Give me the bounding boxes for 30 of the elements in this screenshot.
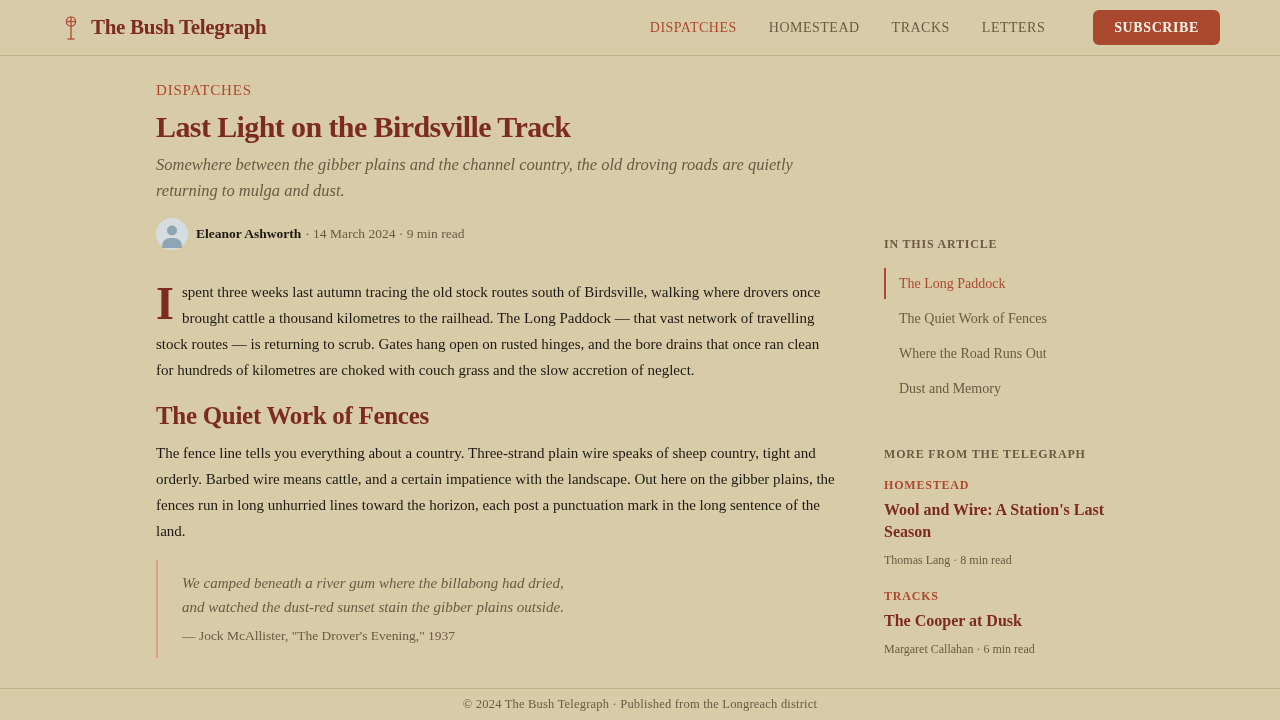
- article-meta: · 14 March 2024 · 9 min read: [305, 226, 465, 242]
- toc-heading: IN THIS ARTICLE: [884, 236, 999, 252]
- story-title[interactable]: Wool and Wire: A Station's Last Season: [884, 499, 1124, 543]
- subscribe-button[interactable]: SUBSCRIBE: [1093, 10, 1220, 45]
- nav-link[interactable]: TRACKS: [891, 19, 950, 36]
- nav-link[interactable]: LETTERS: [981, 19, 1046, 36]
- paragraph: The fence line tells you everything about a country. Three-strand plain wire speaks of sheep country, tight and orderly. Barbed wire means cattle, and a certain impatience with the landscape. Out here on the gibber plains, the fences run in long unhurried lines toward the horizon, each post a punctuation mark in the long sentence of the land.: [156, 444, 836, 541]
- story-section: TRACKS: [884, 588, 1124, 604]
- story-section: HOMESTEAD: [884, 477, 1124, 493]
- nav-link[interactable]: DISPATCHES: [649, 19, 737, 36]
- nav-link[interactable]: HOMESTEAD: [768, 19, 860, 36]
- section-label: DISPATCHES: [156, 81, 253, 100]
- site-name[interactable]: The Bush Telegraph: [91, 15, 267, 40]
- author-name: Eleanor Ashworth: [196, 226, 302, 242]
- quote-attribution: — Jock McAllister, "The Drover's Evening," 1937: [182, 627, 457, 645]
- article-subtitle: Somewhere between the gibber plains and the channel country, the old droving roads are quietly returning to mulga and dust.: [156, 154, 794, 202]
- quote-text: We camped beneath a river gum where the billabong had dried, and watched the dust-red sunset stain the gibber plains outside.: [182, 574, 565, 617]
- toc-link[interactable]: Dust and Memory: [884, 373, 1124, 404]
- story-title[interactable]: The Cooper at Dusk: [884, 610, 1124, 632]
- logo-icon: [64, 15, 78, 40]
- article-title: Last Light on the Birdsville Track: [156, 109, 572, 145]
- toc-link[interactable]: The Long Paddock: [884, 268, 1124, 299]
- more-heading: MORE FROM THE TELEGRAPH: [884, 446, 1087, 462]
- section-heading: The Quiet Work of Fences: [156, 401, 430, 431]
- toc-link[interactable]: Where the Road Runs Out: [884, 338, 1124, 369]
- footer-text: © 2024 The Bush Telegraph · Published from the Longreach district: [462, 697, 818, 712]
- avatar-icon: [156, 218, 188, 250]
- toc-link[interactable]: The Quiet Work of Fences: [884, 303, 1124, 334]
- story-meta: Thomas Lang · 8 min read: [884, 552, 1013, 568]
- story-meta: Margaret Callahan · 6 min read: [884, 641, 1036, 657]
